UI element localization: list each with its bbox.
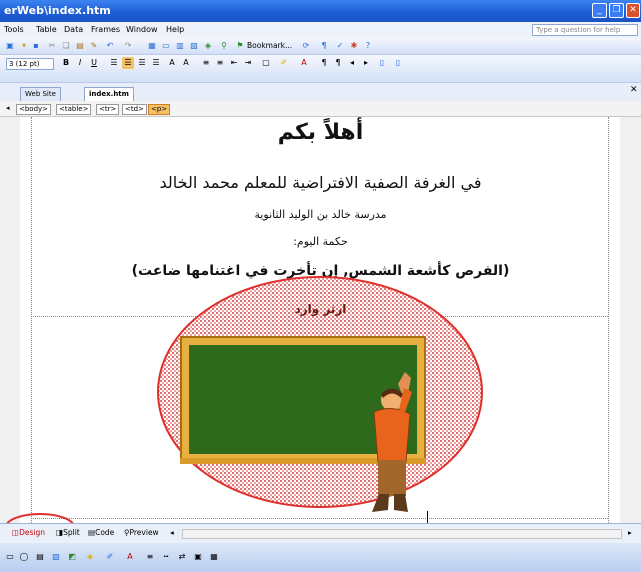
clipart-caption: ارثر وارد: [294, 302, 347, 316]
clipart-icon[interactable]: ◩: [66, 551, 78, 563]
drawing-toolbar: ▭ ◯ ▤ ▧ ◩ ◈ ✐ A ≡ ┅ ⇄ ▣ ▦: [0, 543, 641, 572]
preview-view-tab[interactable]: ⚲Preview: [124, 527, 159, 539]
teacher-trousers: [378, 460, 406, 496]
code-view-tab[interactable]: ▤Code: [88, 527, 114, 539]
scroll-right-icon[interactable]: ▸: [628, 527, 632, 539]
arrow-style-icon[interactable]: ⇄: [176, 551, 188, 563]
clipart-layer: [5, 276, 483, 541]
fill-color-icon[interactable]: ◈: [84, 551, 96, 563]
3d-icon[interactable]: ▦: [208, 551, 220, 563]
split-view-tab[interactable]: ◨Split: [56, 527, 80, 539]
preview-view-label: Preview: [129, 528, 159, 537]
design-view-label: Design: [19, 528, 45, 537]
horizontal-scrollbar[interactable]: [182, 529, 622, 539]
oval-icon[interactable]: ◯: [18, 551, 30, 563]
dash-style-icon[interactable]: ┅: [160, 551, 172, 563]
scroll-left-icon[interactable]: ◂: [170, 527, 174, 539]
rectangle-icon[interactable]: ▭: [4, 551, 16, 563]
shadow-icon[interactable]: ▣: [192, 551, 204, 563]
textbox-icon[interactable]: ▤: [34, 551, 46, 563]
line-style-icon[interactable]: ≡: [144, 551, 156, 563]
split-view-label: Split: [63, 528, 80, 537]
view-tabs-bar: ◫Design ◨Split ▤Code ⚲Preview ◂ ▸: [0, 523, 641, 543]
text-cursor: [427, 511, 428, 523]
line-color-icon[interactable]: ✐: [104, 551, 116, 563]
design-view-tab[interactable]: ◫Design: [12, 527, 45, 539]
insert-picture-icon[interactable]: ▧: [50, 551, 62, 563]
text-color-icon[interactable]: A: [124, 551, 136, 563]
code-view-label: Code: [95, 528, 115, 537]
teacher-shirt: [373, 408, 411, 463]
